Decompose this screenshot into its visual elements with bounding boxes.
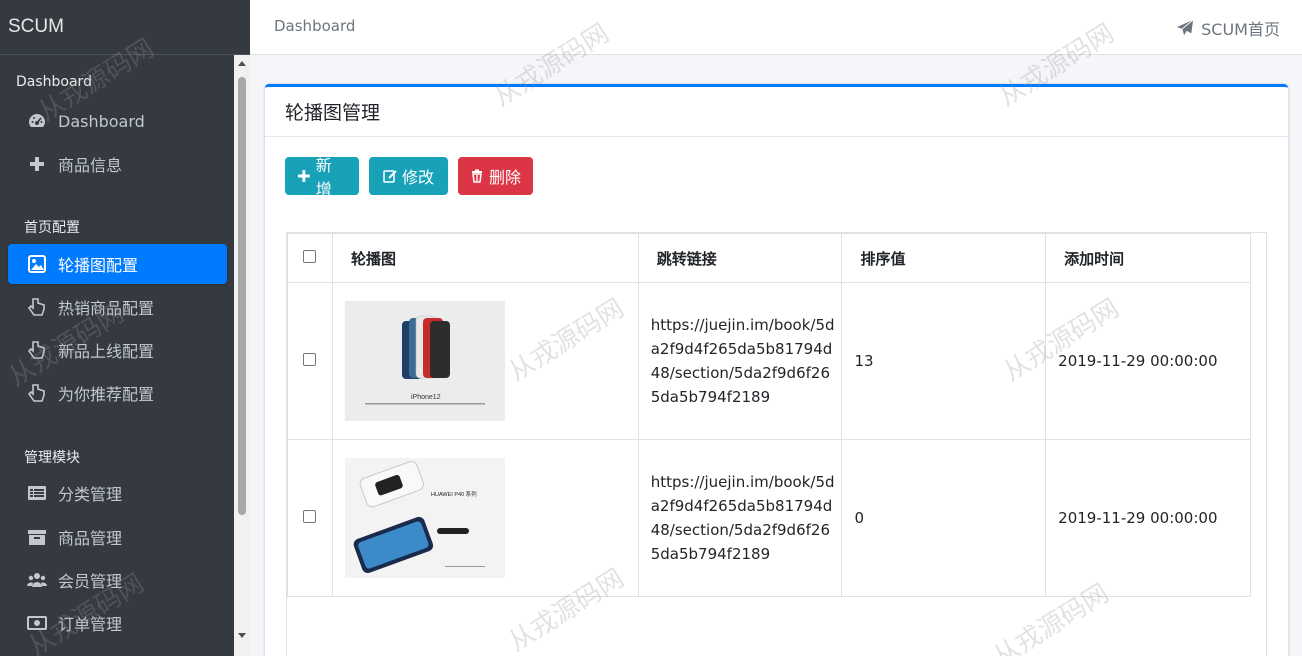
nav-item-label: Dashboard [58, 111, 145, 131]
image-icon [26, 254, 48, 274]
hand-pointer-icon [26, 383, 48, 403]
table-row[interactable]: HUAWEI P40 系列 https://juejin.im/book/5da… [287, 439, 1251, 597]
plus-icon [297, 170, 310, 182]
plus-icon [26, 154, 48, 174]
nav-item-label: 新品上线配置 [58, 342, 155, 361]
sidebar-nav: Dashboard Dashboard 商品信息 首页配置 轮播图配置 热销商品… [0, 55, 234, 656]
nav-item-label: 热销商品配置 [58, 299, 155, 318]
brand[interactable]: SCUM [0, 0, 250, 55]
users-icon [26, 570, 48, 590]
nav-item-product-info[interactable]: 商品信息 [8, 144, 227, 184]
nav-header-home-config: 首页配置 [24, 220, 80, 236]
select-all-cell [287, 233, 333, 283]
carousel-card: 轮播图管理 新增 修改 删除 轮播图 跳转链接 排序值 添加时间 iPhone1… [265, 84, 1288, 656]
money-bill-icon [26, 613, 48, 633]
link-cell: https://juejin.im/book/5da2f9d4f265da5b8… [637, 282, 843, 440]
archive-icon [26, 527, 48, 547]
column-header-added-time[interactable]: 添加时间 [1045, 233, 1251, 283]
nav-item-label: 分类管理 [58, 485, 123, 504]
trash-icon [472, 169, 482, 183]
carousel-image: iPhone12 [344, 301, 505, 421]
card-title: 轮播图管理 [285, 102, 381, 124]
nav-item-hot-goods-config[interactable]: 热销商品配置 [8, 287, 227, 327]
added-time-cell: 2019-11-29 00:00:00 [1045, 439, 1251, 597]
nav-item-label: 订单管理 [58, 615, 123, 634]
list-alt-icon [26, 483, 48, 503]
column-header-link[interactable]: 跳转链接 [637, 233, 843, 283]
carousel-image-caption: HUAWEI P40 系列 [431, 490, 477, 498]
scroll-up-arrow-icon[interactable] [238, 61, 246, 66]
carousel-image-cell: iPhone12 [331, 282, 639, 440]
nav-item-dashboard[interactable]: Dashboard [8, 101, 227, 141]
column-header-image[interactable]: 轮播图 [331, 233, 639, 283]
carousel-table: 轮播图 跳转链接 排序值 添加时间 iPhone12 https://jueji… [287, 233, 1251, 597]
link-cell: https://juejin.im/book/5da2f9d4f265da5b8… [637, 439, 843, 597]
edit-button[interactable]: 修改 [369, 157, 448, 195]
nav-item-new-goods-config[interactable]: 新品上线配置 [8, 330, 227, 370]
hand-pointer-icon [26, 340, 48, 360]
paper-plane-icon [1177, 19, 1194, 36]
add-button[interactable]: 新增 [285, 156, 359, 199]
carousel-image-cell: HUAWEI P40 系列 [331, 439, 639, 597]
dashboard-icon [26, 111, 48, 131]
edit-icon [383, 170, 397, 183]
nav-item-label: 商品信息 [58, 156, 123, 175]
sidebar: SCUM Dashboard Dashboard 商品信息 首页配置 轮播图配置… [0, 0, 250, 656]
order-cell: 13 [841, 282, 1047, 440]
nav-item-member-management[interactable]: 会员管理 [8, 560, 227, 600]
sidebar-scrollbar[interactable] [234, 55, 250, 656]
order-cell: 0 [841, 439, 1047, 597]
nav-item-goods-management[interactable]: 商品管理 [8, 517, 227, 557]
nav-item-label: 会员管理 [58, 572, 123, 591]
add-button-label: 新增 [315, 156, 332, 199]
brand-text: SCUM [8, 16, 64, 37]
select-all-checkbox[interactable] [303, 250, 317, 263]
nav-item-recommend-config[interactable]: 为你推荐配置 [8, 373, 227, 413]
carousel-image: HUAWEI P40 系列 [344, 458, 505, 578]
row-checkbox[interactable] [303, 353, 317, 366]
nav-item-label: 为你推荐配置 [58, 385, 155, 404]
edit-button-label: 修改 [401, 168, 434, 187]
card-header: 轮播图管理 [265, 87, 1288, 137]
added-time-cell: 2019-11-29 00:00:00 [1045, 282, 1251, 440]
nav-item-category-management[interactable]: 分类管理 [8, 473, 227, 513]
nav-item-label: 轮播图配置 [58, 256, 139, 275]
breadcrumb[interactable]: Dashboard [274, 17, 355, 35]
delete-button[interactable]: 删除 [458, 157, 533, 195]
carousel-image-caption: iPhone12 [411, 394, 441, 401]
column-header-order[interactable]: 排序值 [841, 233, 1047, 283]
nav-header-management: 管理模块 [24, 450, 80, 466]
top-navbar: Dashboard SCUM首页 [250, 0, 1302, 55]
table-row[interactable]: iPhone12 https://juejin.im/book/5da2f9d4… [287, 282, 1251, 440]
nav-item-label: 商品管理 [58, 529, 123, 548]
row-checkbox[interactable] [303, 510, 317, 523]
row-select-cell [287, 282, 333, 440]
nav-item-carousel-config[interactable]: 轮播图配置 [8, 244, 227, 284]
row-select-cell [287, 439, 333, 597]
delete-button-label: 删除 [489, 168, 522, 187]
scroll-down-arrow-icon[interactable] [238, 633, 246, 638]
nav-item-order-management[interactable]: 订单管理 [8, 603, 227, 643]
home-link-label: SCUM首页 [1201, 20, 1280, 39]
carousel-grid: 轮播图 跳转链接 排序值 添加时间 iPhone12 https://jueji… [286, 232, 1267, 656]
table-header-row: 轮播图 跳转链接 排序值 添加时间 [287, 233, 1251, 283]
hand-pointer-icon [26, 297, 48, 317]
scrollbar-thumb[interactable] [238, 77, 246, 515]
home-link[interactable]: SCUM首页 [1176, 16, 1280, 40]
nav-header-dashboard: Dashboard [16, 74, 92, 90]
